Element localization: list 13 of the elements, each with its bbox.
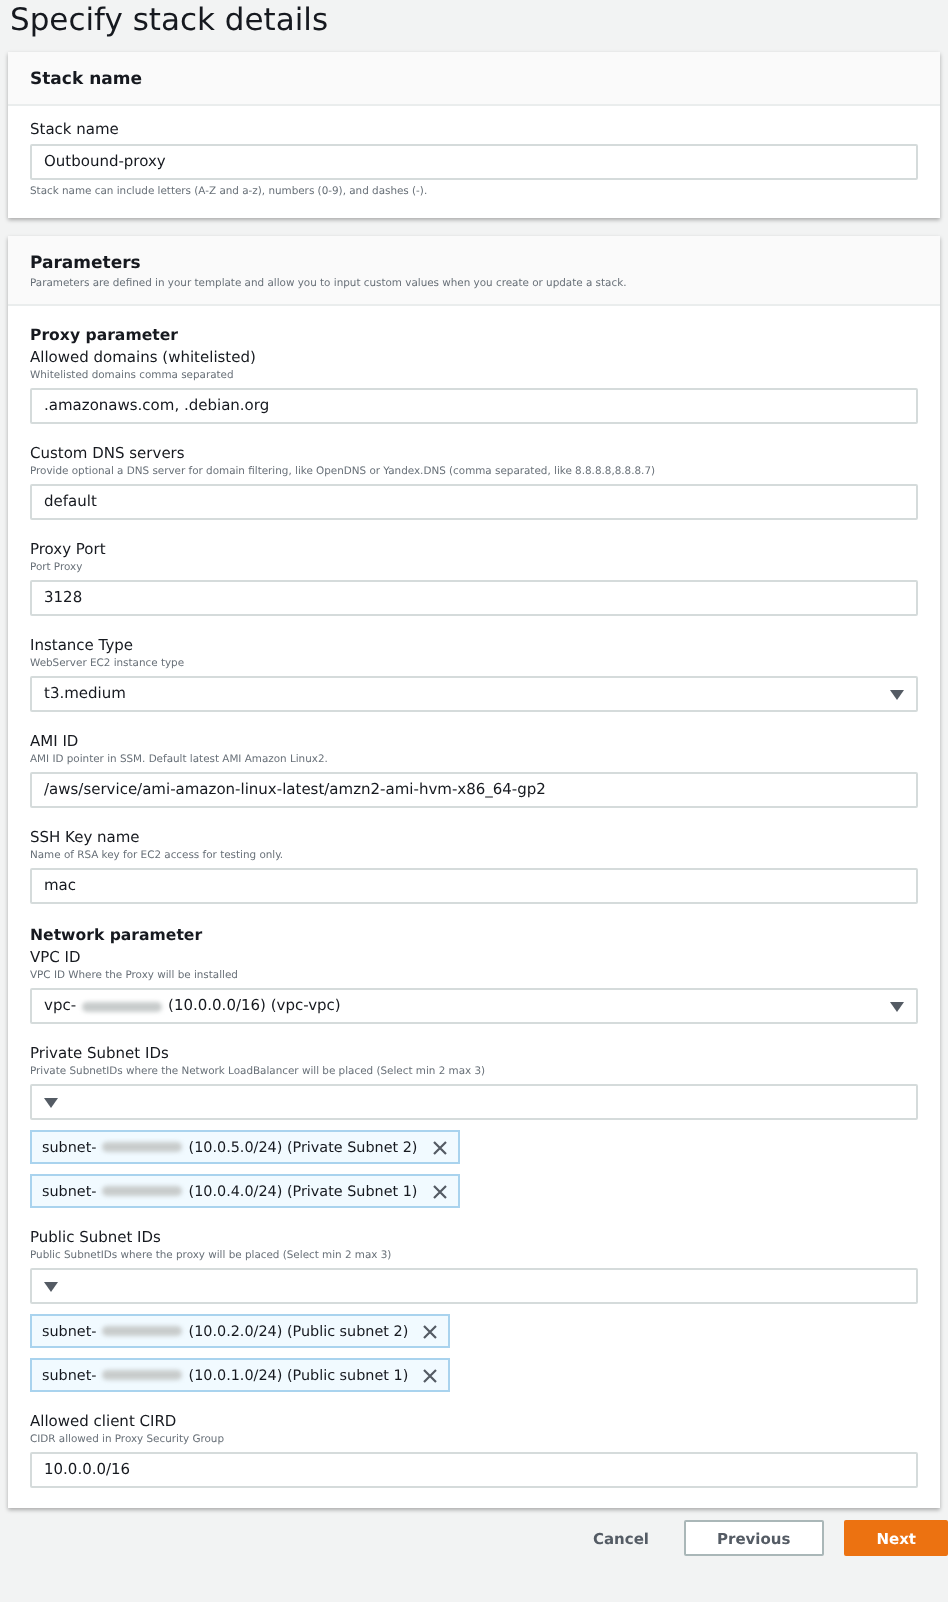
select-field[interactable] [30,1268,918,1304]
page-title: Specify stack details [8,0,331,42]
card-heading: Parameters [30,252,143,276]
close-icon[interactable] [422,1367,439,1383]
caret-icon [890,689,904,699]
select-field[interactable] [30,1084,918,1120]
caret-icon [44,1281,58,1291]
caret-icon [890,1001,904,1011]
caret-icon [44,1097,58,1107]
close-icon[interactable] [422,1323,439,1339]
close-icon[interactable] [431,1139,448,1155]
card-heading: Stack name [30,68,144,92]
close-icon[interactable] [431,1183,448,1199]
